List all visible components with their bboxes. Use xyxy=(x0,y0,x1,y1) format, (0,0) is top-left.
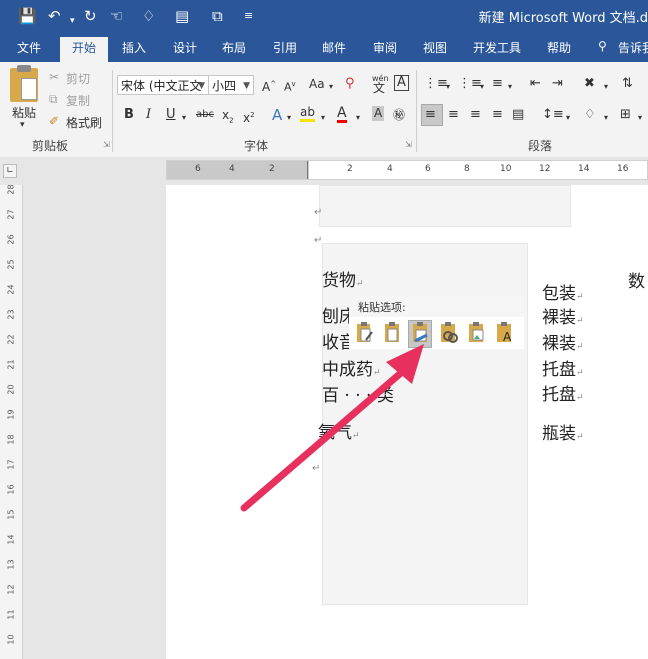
annotation-arrow xyxy=(240,344,424,512)
arrow-shaft xyxy=(240,368,406,512)
